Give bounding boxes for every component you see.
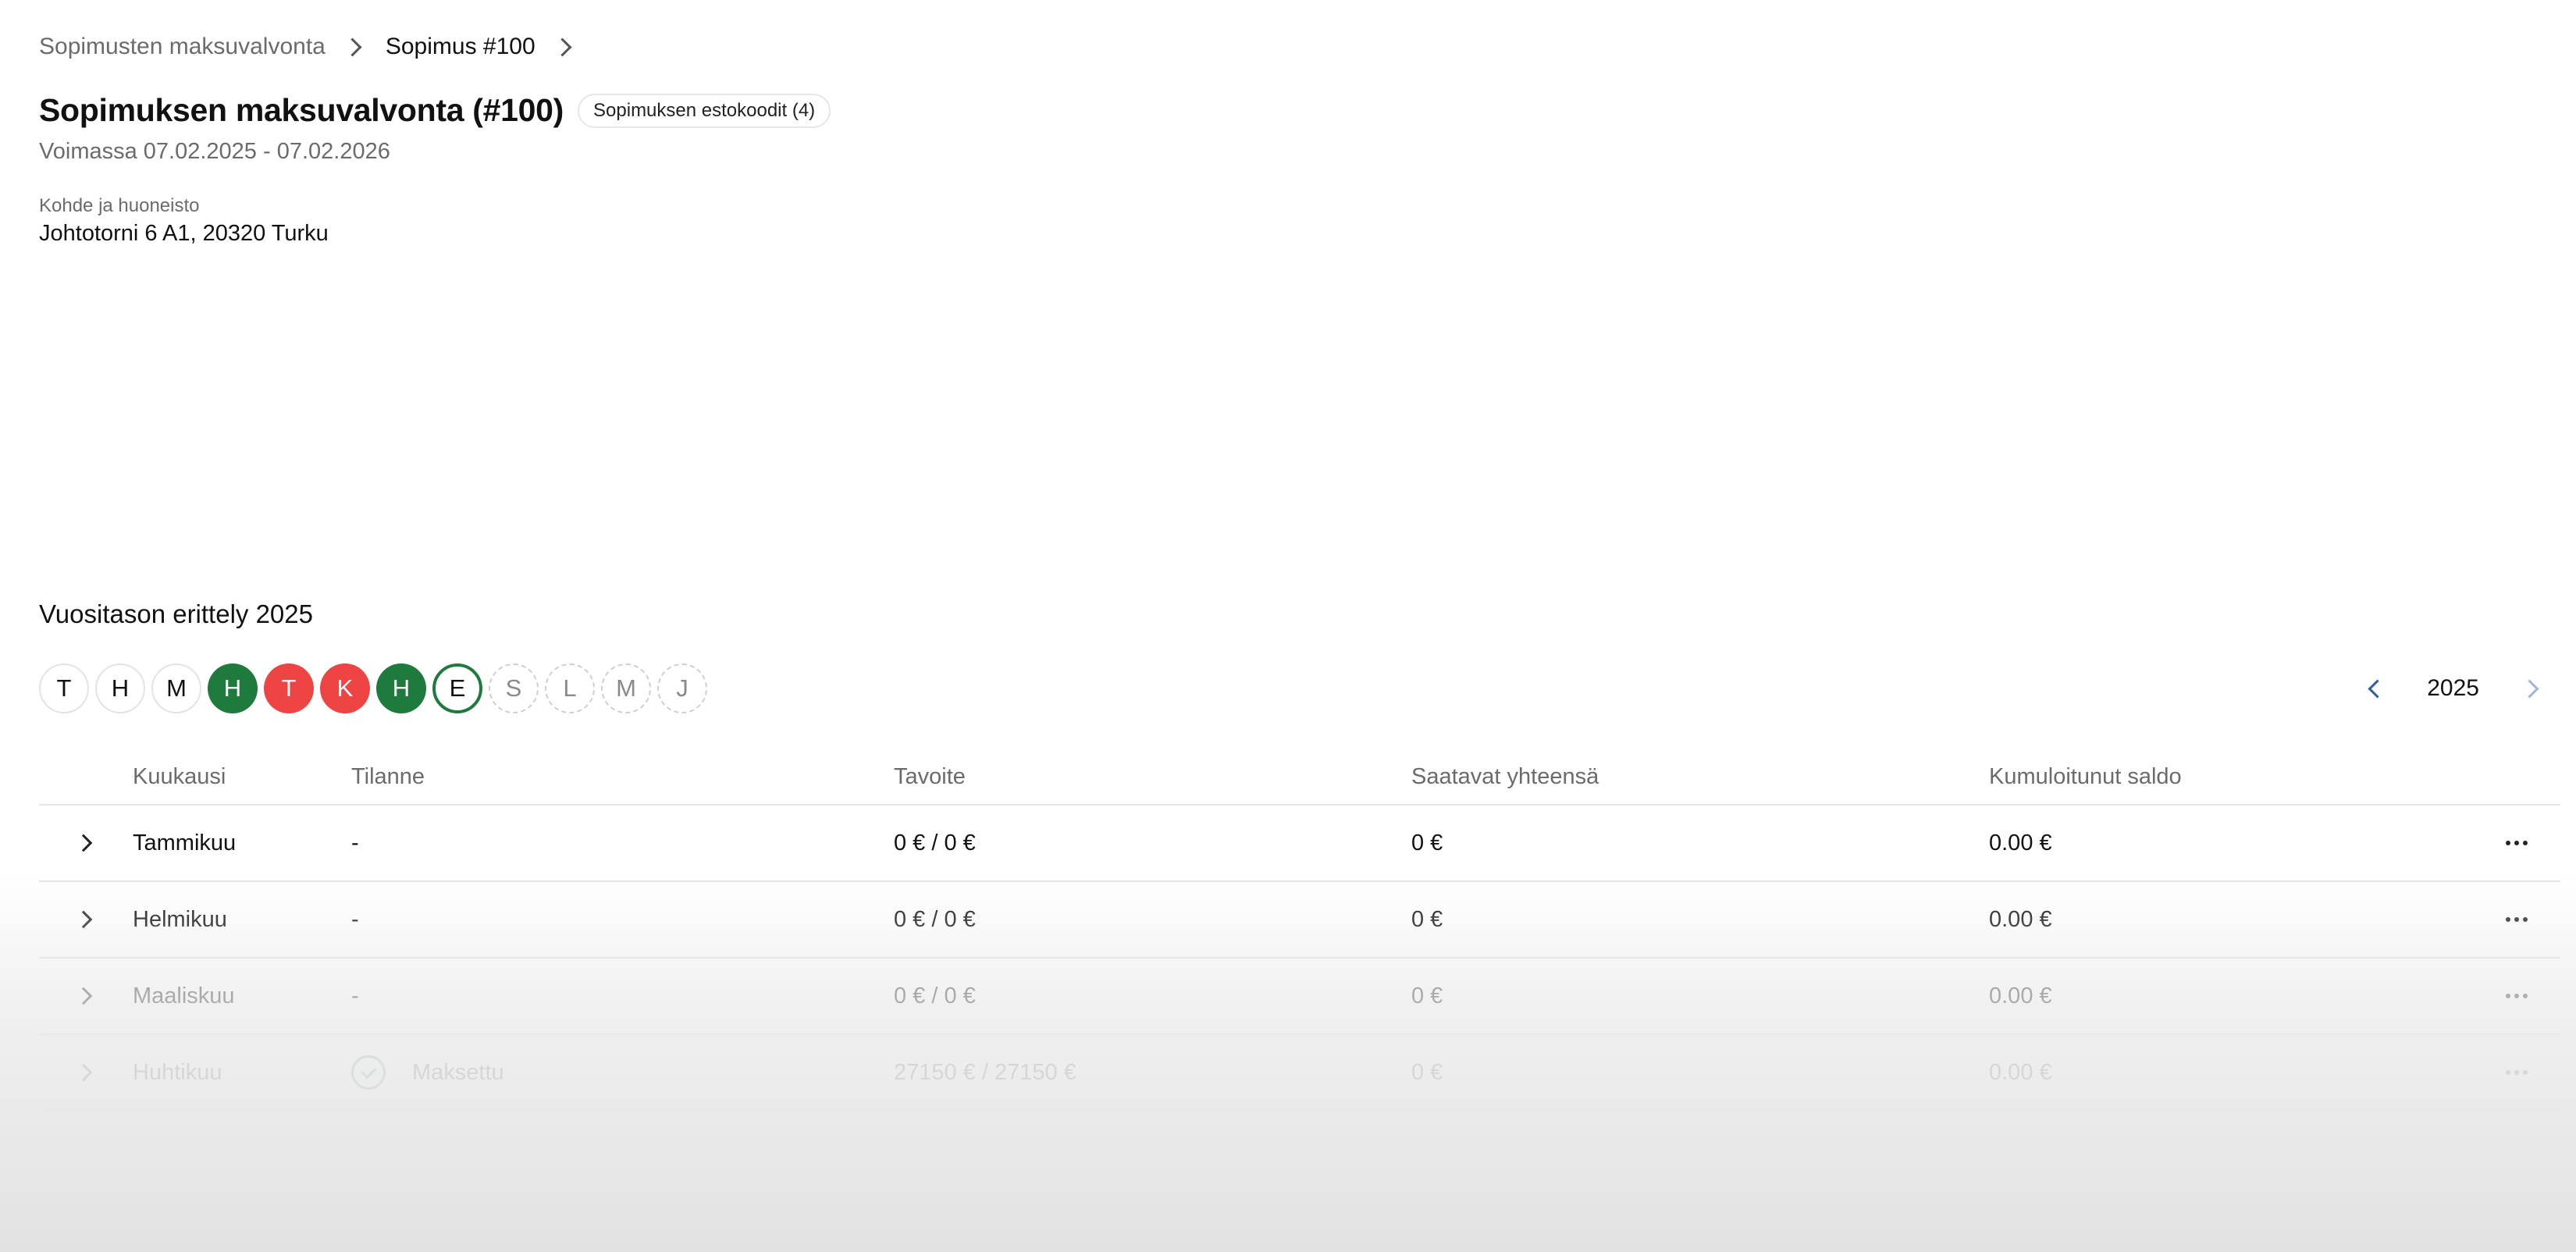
table-row[interactable]: Huhtikuu Maksettu 27150 € / 27150 € 0 € … xyxy=(39,1035,2560,1112)
more-horizontal-icon xyxy=(2506,994,2528,998)
table-row[interactable]: Tammikuu - 0 € / 0 € 0 € 0.00 € xyxy=(39,806,2560,882)
cell-balance: 0.00 € xyxy=(1989,906,2052,932)
next-year-button[interactable] xyxy=(2514,673,2545,704)
column-header-due: Saatavat yhteensä xyxy=(1411,763,1599,789)
month-indicator[interactable]: M xyxy=(151,663,201,713)
table-row[interactable]: Maaliskuu - 0 € / 0 € 0 € 0.00 € xyxy=(39,959,2560,1035)
cell-month: Huhtikuu xyxy=(133,1059,222,1085)
property-value: Johtotorni 6 A1, 20320 Turku xyxy=(39,221,329,246)
month-indicator[interactable]: H xyxy=(376,663,426,713)
month-indicator[interactable]: S xyxy=(489,663,539,713)
breadcrumb-item-contract[interactable]: Sopimus #100 xyxy=(386,34,535,60)
page-title: Sopimuksen maksuvalvonta (#100) xyxy=(39,92,564,128)
cell-status: - xyxy=(351,983,359,1008)
more-horizontal-icon xyxy=(2506,841,2528,845)
expand-row-button[interactable] xyxy=(39,834,133,852)
chevron-right-icon xyxy=(2519,678,2539,699)
expand-row-button[interactable] xyxy=(39,910,133,929)
month-indicator[interactable]: E xyxy=(432,663,482,713)
cell-target: 0 € / 0 € xyxy=(894,830,976,855)
block-codes-chip[interactable]: Sopimuksen estokoodit (4) xyxy=(578,93,831,128)
year-navigator: 2025 xyxy=(2361,668,2545,709)
chevron-right-icon xyxy=(74,910,93,929)
cell-month: Maaliskuu xyxy=(133,983,235,1008)
column-header-month: Kuukausi xyxy=(133,763,226,789)
cell-status: Maksettu xyxy=(351,1055,894,1090)
cell-month: Helmikuu xyxy=(133,906,227,932)
month-status-strip: T H M H T K H E S L M J xyxy=(39,663,707,713)
chevron-right-icon xyxy=(74,834,93,852)
cell-balance: 0.00 € xyxy=(1989,830,2052,855)
more-horizontal-icon xyxy=(2506,917,2528,922)
month-indicator[interactable]: H xyxy=(95,663,145,713)
year-section-title: Vuositason erittely 2025 xyxy=(39,599,313,628)
cell-due: 0 € xyxy=(1411,906,1443,932)
table-row[interactable]: Helmikuu - 0 € / 0 € 0 € 0.00 € xyxy=(39,882,2560,959)
chevron-right-icon xyxy=(74,1063,93,1082)
cell-due: 0 € xyxy=(1411,983,1443,1008)
chevron-left-icon xyxy=(2368,678,2387,699)
more-horizontal-icon xyxy=(2506,1070,2528,1075)
chevron-right-icon xyxy=(553,37,572,57)
cell-due: 0 € xyxy=(1411,830,1443,855)
chevron-right-icon xyxy=(74,987,93,1005)
cell-due: 0 € xyxy=(1411,1059,1443,1085)
expand-row-button[interactable] xyxy=(39,1063,133,1082)
title-row: Sopimuksen maksuvalvonta (#100) Sopimuks… xyxy=(39,92,831,129)
month-indicator[interactable]: T xyxy=(39,663,89,713)
cell-status: - xyxy=(351,906,359,932)
column-header-balance: Kumuloitunut saldo xyxy=(1989,763,2182,789)
row-actions-button[interactable] xyxy=(2473,841,2560,845)
check-circle-icon xyxy=(351,1055,386,1090)
cell-balance: 0.00 € xyxy=(1989,1059,2052,1085)
month-indicator[interactable]: L xyxy=(545,663,595,713)
cell-balance: 0.00 € xyxy=(1989,983,2052,1008)
row-actions-button[interactable] xyxy=(2473,994,2560,998)
year-label: 2025 xyxy=(2427,675,2479,701)
validity-period: Voimassa 07.02.2025 - 07.02.2026 xyxy=(39,139,390,164)
property-label: Kohde ja huoneisto xyxy=(39,195,200,216)
month-indicator[interactable]: H xyxy=(208,663,258,713)
row-actions-button[interactable] xyxy=(2473,1070,2560,1075)
cell-target: 0 € / 0 € xyxy=(894,983,976,1008)
month-indicator[interactable]: T xyxy=(264,663,314,713)
month-indicator[interactable]: M xyxy=(601,663,651,713)
previous-year-button[interactable] xyxy=(2361,673,2393,704)
month-indicator[interactable]: J xyxy=(657,663,707,713)
cell-target: 0 € / 0 € xyxy=(894,906,976,932)
chevron-right-icon xyxy=(343,37,362,57)
month-indicator[interactable]: K xyxy=(320,663,370,713)
expand-row-button[interactable] xyxy=(39,987,133,1005)
table-header: Kuukausi Tilanne Tavoite Saatavat yhteen… xyxy=(39,749,2560,806)
column-header-status: Tilanne xyxy=(351,763,425,789)
column-header-target: Tavoite xyxy=(894,763,966,789)
cell-month: Tammikuu xyxy=(133,830,237,855)
row-actions-button[interactable] xyxy=(2473,917,2560,922)
page: Sopimusten maksuvalvonta Sopimus #100 So… xyxy=(0,0,2576,1252)
breadcrumb-item-payment-monitoring[interactable]: Sopimusten maksuvalvonta xyxy=(39,34,326,60)
status-label: Maksettu xyxy=(412,1059,504,1085)
cell-target: 27150 € / 27150 € xyxy=(894,1059,1076,1085)
cell-status: - xyxy=(351,830,359,855)
breadcrumb: Sopimusten maksuvalvonta Sopimus #100 xyxy=(39,31,596,62)
monthly-breakdown-table: Kuukausi Tilanne Tavoite Saatavat yhteen… xyxy=(39,749,2560,1112)
